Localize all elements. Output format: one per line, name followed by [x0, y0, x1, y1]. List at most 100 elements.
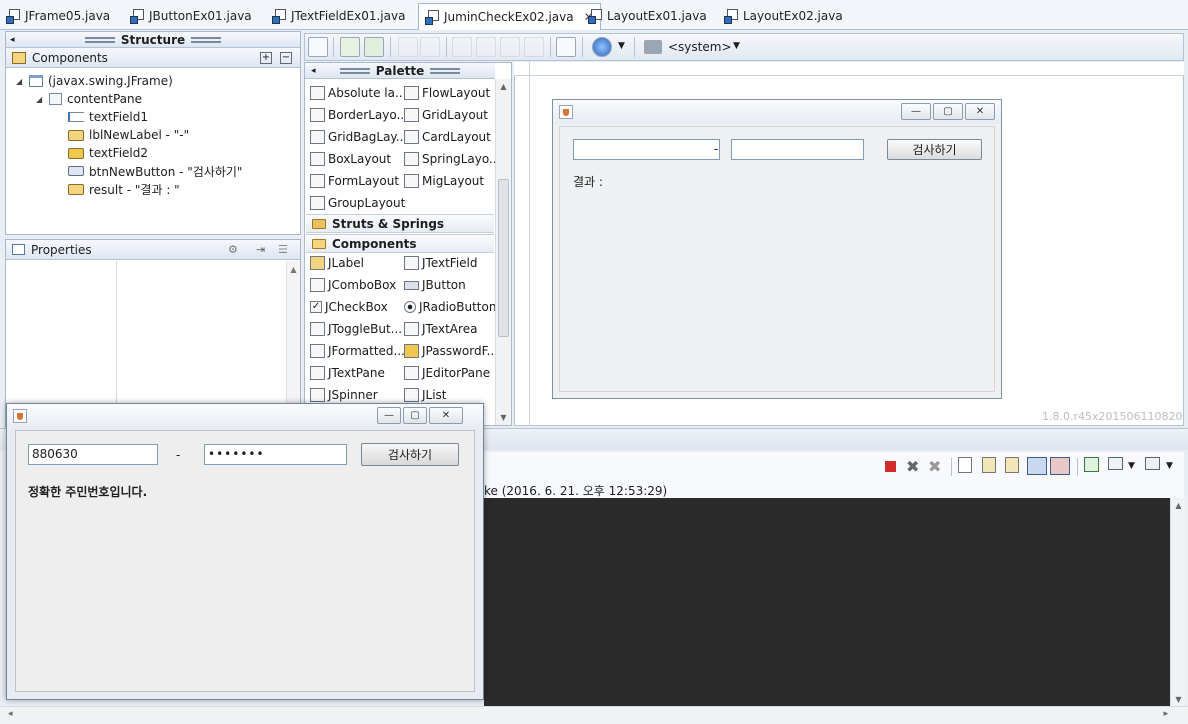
- palette-jlabel[interactable]: JLabel: [310, 253, 364, 273]
- terminate-icon[interactable]: [885, 461, 896, 472]
- collapse-all-icon[interactable]: −: [280, 51, 292, 64]
- scroll-up-icon[interactable]: ▲: [496, 82, 511, 91]
- tree-node-textfield2[interactable]: textField2: [68, 144, 148, 162]
- palette-card-layout[interactable]: CardLayout: [404, 127, 491, 147]
- generate-code-icon[interactable]: [340, 37, 360, 57]
- expand-all-icon[interactable]: +: [260, 51, 272, 64]
- palette-jlist[interactable]: JList: [404, 385, 447, 405]
- remove-launch-icon[interactable]: ✖: [906, 457, 924, 476]
- properties-menu-icon[interactable]: ☰: [278, 243, 292, 257]
- open-console-icon[interactable]: [1145, 457, 1160, 470]
- palette-jpasswordfield[interactable]: JPasswordF...: [404, 341, 498, 361]
- paste-icon[interactable]: [500, 37, 520, 57]
- maximize-icon[interactable]: ▢: [933, 103, 963, 120]
- palette-spring-layout[interactable]: SpringLayo...: [404, 149, 500, 169]
- maximize-icon[interactable]: ▢: [403, 407, 427, 424]
- palette-scrollbar[interactable]: ▲ ▼: [495, 79, 511, 425]
- show-stderr-icon[interactable]: [1050, 457, 1070, 475]
- close-window-icon[interactable]: ✕: [429, 407, 463, 424]
- copy-icon[interactable]: [476, 37, 496, 57]
- palette-border-layout[interactable]: BorderLayo...: [310, 105, 408, 125]
- palette-category-struts[interactable]: Struts & Springs: [306, 214, 494, 233]
- designed-textfield1[interactable]: [573, 139, 720, 160]
- pin-console-icon[interactable]: [1084, 457, 1099, 472]
- palette-jradiobutton[interactable]: JRadioButton: [404, 297, 496, 317]
- tab-jbuttonex01[interactable]: JButtonEx01.java: [130, 5, 252, 27]
- palette-form-layout[interactable]: FormLayout: [310, 171, 399, 191]
- palette-mig-layout[interactable]: MigLayout: [404, 171, 484, 191]
- palette-absolute-layout[interactable]: Absolute la...: [310, 83, 406, 103]
- tab-jtextfieldex01[interactable]: JTextFieldEx01.java: [272, 5, 405, 27]
- tree-node-btnnewbutton[interactable]: btnNewButton - "검사하기": [68, 162, 242, 180]
- dropdown-arrow-icon[interactable]: ▼: [618, 41, 625, 51]
- tree-node-jframe[interactable]: ◢ (javax.swing.JFrame): [16, 72, 173, 90]
- tree-node-textfield1[interactable]: textField1: [68, 108, 148, 126]
- running-jframe-window[interactable]: — ▢ ✕ 880630 - ••••••• 검사하기 정확한 주민번호입니다.: [6, 403, 484, 700]
- palette-scroll-thumb[interactable]: [498, 179, 509, 337]
- running-frame-titlebar[interactable]: — ▢ ✕: [7, 404, 483, 428]
- display-console-icon[interactable]: [1108, 457, 1123, 470]
- undo-icon[interactable]: [398, 37, 418, 57]
- palette-gridbag-layout[interactable]: GridBagLay...: [310, 127, 407, 147]
- palette-jbutton[interactable]: JButton: [404, 275, 466, 295]
- designed-jframe[interactable]: — ▢ ✕ - 검사하기 결과 :: [552, 99, 1002, 399]
- designed-textfield2[interactable]: [731, 139, 864, 160]
- palette-jtextpane[interactable]: JTextPane: [310, 363, 385, 383]
- palette-jtextarea[interactable]: JTextArea: [404, 319, 477, 339]
- palette-jspinner[interactable]: JSpinner: [310, 385, 378, 405]
- word-wrap-icon[interactable]: [1005, 457, 1019, 473]
- tree-node-result[interactable]: result - "결과 : ": [68, 180, 180, 198]
- goto-definition-icon[interactable]: ⇥: [256, 243, 270, 257]
- palette-jtextfield[interactable]: JTextField: [404, 253, 478, 273]
- tab-jumincheckex02[interactable]: JuminCheckEx02.java ✕: [418, 3, 601, 30]
- tab-layoutex01[interactable]: LayoutEx01.java: [588, 5, 707, 27]
- palette-jtogglebutton[interactable]: JToggleBut...: [310, 319, 402, 339]
- expanded-triangle-icon[interactable]: ◢: [36, 95, 44, 104]
- dropdown-arrow-icon[interactable]: ▼: [1166, 461, 1173, 471]
- palette-category-components[interactable]: Components: [306, 234, 494, 253]
- console-output[interactable]: [484, 498, 1170, 706]
- cut-icon[interactable]: [452, 37, 472, 57]
- scroll-right-icon[interactable]: ▸: [1163, 709, 1168, 719]
- close-window-icon[interactable]: ✕: [965, 103, 995, 120]
- check-button[interactable]: 검사하기: [361, 443, 459, 466]
- palette-flow-layout[interactable]: FlowLayout: [404, 83, 490, 103]
- collapse-arrow-icon[interactable]: ◂: [10, 35, 15, 45]
- minimize-icon[interactable]: —: [901, 103, 931, 120]
- palette-box-layout[interactable]: BoxLayout: [310, 149, 391, 169]
- refresh-icon[interactable]: [364, 37, 384, 57]
- jumin-back-password-field[interactable]: •••••••: [204, 444, 347, 465]
- palette-jeditorpane[interactable]: JEditorPane: [404, 363, 490, 383]
- collapse-arrow-icon[interactable]: ◂: [311, 66, 316, 76]
- scroll-left-icon[interactable]: ◂: [8, 709, 13, 719]
- designed-check-button[interactable]: 검사하기: [887, 139, 982, 160]
- scroll-down-icon[interactable]: ▼: [1171, 695, 1186, 704]
- dropdown-arrow-icon[interactable]: ▼: [1128, 461, 1135, 471]
- console-hscrollbar[interactable]: ◂ ▸: [0, 706, 1188, 724]
- show-stdout-icon[interactable]: [1027, 457, 1047, 475]
- jumin-front-field[interactable]: 880630: [28, 444, 158, 465]
- tree-node-lblnewlabel[interactable]: lblNewLabel - "-": [68, 126, 189, 144]
- system-dropdown-icon[interactable]: ▼: [733, 41, 740, 51]
- tab-jframe05[interactable]: JFrame05.java: [6, 5, 110, 27]
- palette-jcombobox[interactable]: JComboBox: [310, 275, 396, 295]
- redo-icon[interactable]: [420, 37, 440, 57]
- minimize-icon[interactable]: —: [377, 407, 401, 424]
- palette-grid-layout[interactable]: GridLayout: [404, 105, 488, 125]
- show-events-icon[interactable]: ⚙: [228, 243, 242, 257]
- remove-all-icon[interactable]: ✖: [928, 457, 946, 476]
- scroll-down-icon[interactable]: ▼: [496, 413, 511, 422]
- scroll-lock-icon[interactable]: [982, 457, 996, 473]
- clear-console-icon[interactable]: [958, 457, 972, 473]
- palette-jcheckbox[interactable]: ✓ JCheckBox: [310, 297, 388, 317]
- tree-node-contentpane[interactable]: ◢ contentPane: [36, 90, 142, 108]
- properties-view-icon[interactable]: [556, 37, 576, 57]
- designed-content-pane[interactable]: - 검사하기 결과 :: [559, 126, 995, 392]
- expanded-triangle-icon[interactable]: ◢: [16, 77, 24, 86]
- scroll-up-icon[interactable]: ▲: [1171, 501, 1186, 510]
- tab-layoutex02[interactable]: LayoutEx02.java: [724, 5, 843, 27]
- system-laf-label[interactable]: <system>: [668, 40, 732, 54]
- palette-group-layout[interactable]: GroupLayout: [310, 193, 405, 213]
- look-and-feel-icon[interactable]: [592, 37, 612, 57]
- test-gui-icon[interactable]: [308, 37, 328, 57]
